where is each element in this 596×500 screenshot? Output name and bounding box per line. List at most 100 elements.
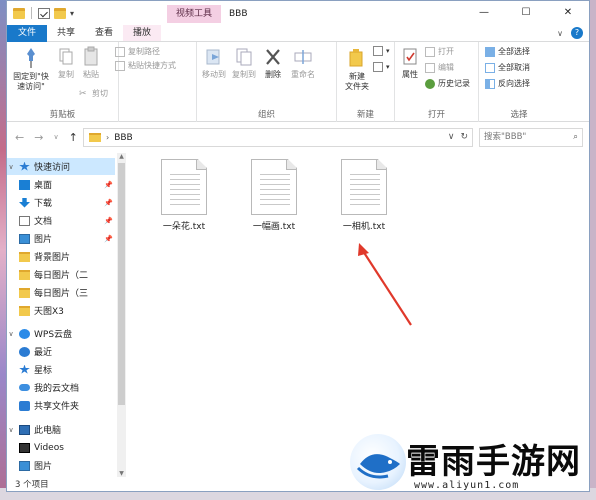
nav-item-videos[interactable]: Videos	[7, 439, 115, 456]
pin-quick-access-label: 固定到"快 速访问"	[13, 72, 49, 91]
nav-item-recent[interactable]: 最近	[7, 343, 115, 360]
search-icon: ⌕	[573, 132, 578, 142]
quick-access-toolbar: ▾	[7, 7, 74, 19]
group-clipboard: 固定到"快 速访问" 复制 粘贴 复制路径 粘贴快捷方式 ✂ 剪切 剪贴板	[7, 42, 176, 122]
invert-selection-button[interactable]: 反向选择	[485, 78, 530, 89]
nav-item-tiantu-x3[interactable]: 天图X3	[7, 302, 115, 319]
select-none-icon	[485, 62, 495, 73]
file-list-area[interactable]: 一朵花.txt 一幅画.txt 一相机.txt	[127, 153, 589, 477]
folder-icon	[19, 305, 30, 316]
properties-label: 属性	[402, 70, 418, 79]
rename-button[interactable]: 重命名	[289, 46, 317, 80]
up-arrow-icon[interactable]: ↑	[69, 131, 78, 144]
expand-chevron-icon[interactable]: ∨	[7, 330, 15, 338]
desktop-icon	[19, 179, 30, 190]
collapse-ribbon-chevron-icon[interactable]: ∨	[557, 29, 563, 38]
new-folder-button[interactable]: 新建 文件夹	[343, 46, 371, 92]
nav-item-my-cloud-docs[interactable]: 我的云文档	[7, 379, 115, 396]
nav-item-shared-folder[interactable]: 共享文件夹	[7, 397, 115, 414]
open-button[interactable]: 打开	[425, 46, 454, 57]
picture-icon	[19, 460, 30, 471]
copy-button[interactable]: 复制	[55, 46, 77, 80]
close-button[interactable]: ✕	[547, 1, 589, 25]
forward-arrow-icon[interactable]: →	[34, 131, 43, 144]
properties-button[interactable]: 属性	[399, 46, 421, 80]
new-item-button[interactable]: ▾	[373, 46, 390, 56]
customize-toolbar-chevron-icon[interactable]: ▾	[70, 9, 74, 18]
group-label-organize: 组织	[257, 110, 275, 120]
folder-icon	[19, 251, 30, 262]
nav-label: 最近	[34, 348, 53, 358]
tab-share[interactable]: 共享	[47, 25, 85, 41]
address-bar[interactable]: › BBB ∨ ↻	[83, 128, 473, 147]
nav-scrollbar-thumb[interactable]	[118, 163, 125, 405]
search-input[interactable]: 搜索"BBB" ⌕	[479, 128, 583, 147]
nav-item-daily-pictures-3[interactable]: 每日图片（三	[7, 284, 115, 301]
address-dropdown-chevron-icon[interactable]: ∨	[448, 129, 455, 146]
delete-button[interactable]: 删除	[261, 46, 285, 80]
move-to-button[interactable]: 移动到	[201, 46, 227, 80]
properties-icon	[403, 48, 417, 65]
contextual-tab-video-tools: 视频工具	[167, 5, 221, 23]
recent-locations-chevron-icon[interactable]: ∨	[53, 133, 58, 141]
tab-view[interactable]: 查看	[85, 25, 123, 41]
nav-label: 图片	[34, 235, 53, 245]
copy-to-label: 复制到	[232, 70, 256, 79]
breadcrumb-separator-icon[interactable]: ›	[106, 133, 109, 142]
nav-item-this-pc[interactable]: ∨ 此电脑	[7, 421, 115, 438]
cloud-icon	[19, 384, 30, 391]
back-arrow-icon[interactable]: ←	[15, 131, 24, 144]
cut-button[interactable]: ✂ 剪切	[79, 88, 108, 99]
nav-label: 下载	[34, 199, 53, 209]
select-none-button[interactable]: 全部取消	[485, 62, 530, 73]
nav-label: 文档	[34, 217, 53, 227]
picture-icon	[19, 233, 30, 244]
nav-item-starred[interactable]: 星标	[7, 361, 115, 378]
annotation-arrow	[358, 243, 412, 326]
nav-label: 快速访问	[34, 163, 71, 173]
help-icon[interactable]: ?	[571, 27, 583, 39]
move-to-label: 移动到	[202, 70, 226, 79]
nav-item-background-pictures[interactable]: 背景图片	[7, 248, 115, 265]
properties-check-icon[interactable]	[38, 7, 50, 19]
tab-file[interactable]: 文件	[7, 25, 47, 42]
nav-item-pc-pictures[interactable]: 图片	[7, 457, 115, 474]
nav-item-quick-access[interactable]: ∨ 快速访问	[7, 158, 115, 175]
nav-item-desktop[interactable]: 桌面 📌	[7, 176, 115, 193]
copy-to-icon	[236, 48, 252, 66]
open-label: 打开	[438, 47, 454, 56]
nav-item-pictures[interactable]: 图片 📌	[7, 230, 115, 247]
pin-quick-access-button[interactable]: 固定到"快 速访问"	[9, 46, 53, 92]
group-label-open: 打开	[427, 110, 445, 120]
nav-label: Videos	[34, 442, 64, 453]
ribbon-help-area: ∨ ?	[557, 27, 583, 39]
scroll-up-arrow-icon[interactable]: ▲	[117, 153, 126, 160]
nav-item-daily-pictures-2[interactable]: 每日图片（二	[7, 266, 115, 283]
paste-button[interactable]: 粘贴	[79, 46, 103, 80]
nav-item-wps-cloud[interactable]: ∨ WPS云盘	[7, 325, 115, 342]
maximize-button[interactable]: ☐	[505, 1, 547, 25]
group-clipboard-extra	[119, 42, 197, 122]
ribbon-tabs: 文件 主页 共享 查看 播放 ∨ ?	[7, 25, 589, 42]
minimize-button[interactable]: —	[463, 1, 505, 25]
nav-item-downloads[interactable]: 下载 📌	[7, 194, 115, 211]
breadcrumb-bbb[interactable]: BBB	[114, 133, 133, 143]
new-folder-icon[interactable]	[54, 7, 66, 19]
group-label-new: 新建	[356, 110, 374, 120]
copy-to-button[interactable]: 复制到	[231, 46, 257, 80]
edit-button[interactable]: 编辑	[425, 62, 454, 73]
expand-chevron-icon[interactable]: ∨	[7, 163, 15, 171]
expand-chevron-icon[interactable]: ∨	[7, 426, 15, 434]
nav-label: 图片	[34, 462, 53, 472]
history-button[interactable]: 历史记录	[425, 78, 470, 89]
select-all-button[interactable]: 全部选择	[485, 46, 530, 57]
easy-access-button[interactable]: ▾	[373, 62, 390, 72]
nav-item-documents[interactable]: 文档 📌	[7, 212, 115, 229]
nav-label: 背景图片	[34, 253, 71, 263]
nav-scrollbar[interactable]: ▲ ▼	[117, 153, 126, 477]
edit-label: 编辑	[438, 63, 454, 72]
scroll-down-arrow-icon[interactable]: ▼	[117, 470, 126, 477]
refresh-icon[interactable]: ↻	[460, 129, 468, 146]
tab-play[interactable]: 播放	[123, 25, 162, 41]
download-arrow-icon	[19, 197, 30, 208]
